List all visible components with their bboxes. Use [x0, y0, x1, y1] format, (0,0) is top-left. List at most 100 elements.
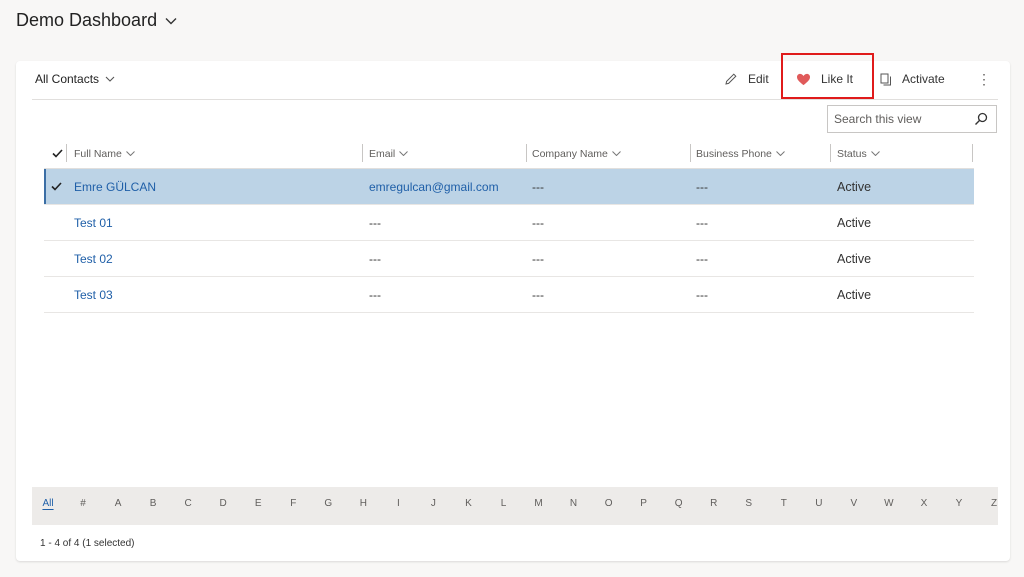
search-icon[interactable] — [974, 112, 988, 129]
business-phone-cell: --- — [696, 215, 708, 230]
jump-bar-letter[interactable]: # — [80, 498, 86, 509]
status-cell: Active — [837, 215, 872, 230]
jump-bar-letter[interactable]: B — [150, 498, 157, 509]
column-divider — [526, 144, 527, 162]
table-row[interactable]: Test 03 --- --- --- Active — [44, 277, 974, 313]
full-name-link[interactable]: Test 01 — [74, 205, 113, 240]
jump-bar-letter[interactable]: A — [115, 498, 122, 509]
jump-bar-letter[interactable]: F — [290, 498, 296, 509]
table-header: Full Name Email Company Name Business Ph… — [44, 139, 974, 169]
full-name-link[interactable]: Emre GÜLCAN — [74, 169, 156, 204]
pencil-icon — [725, 73, 737, 85]
table-row[interactable]: Emre GÜLCAN emregulcan@gmail.com --- ---… — [44, 169, 974, 205]
company-name-cell: --- — [532, 179, 544, 194]
column-divider — [972, 144, 973, 162]
business-phone-cell: --- — [696, 179, 708, 194]
jump-bar-letter[interactable]: Q — [675, 498, 683, 509]
column-header-company-name[interactable]: Company Name — [532, 139, 621, 168]
more-commands-icon[interactable]: ⋮ — [977, 71, 991, 88]
row-checkbox[interactable] — [44, 205, 66, 240]
table-row[interactable]: Test 02 --- --- --- Active — [44, 241, 974, 277]
contacts-table: Full Name Email Company Name Business Ph… — [44, 139, 974, 313]
alphabet-jump-bar: All # A B C D E F G H I J K L M N O P Q R S T U V W X Y Z — [32, 487, 998, 525]
jump-bar-letter[interactable]: U — [815, 498, 822, 509]
column-header-status[interactable]: Status — [837, 139, 880, 168]
jump-bar-letter[interactable]: W — [884, 498, 893, 509]
company-name-cell: --- — [532, 215, 544, 230]
page-title: Demo Dashboard — [16, 10, 158, 30]
jump-bar-letter[interactable]: Z — [991, 498, 997, 509]
jump-bar-letter[interactable]: E — [255, 498, 262, 509]
status-cell: Active — [837, 179, 872, 194]
jump-bar-letter[interactable]: O — [605, 498, 613, 509]
jump-bar-letter[interactable]: C — [185, 498, 192, 509]
status-cell: Active — [837, 251, 872, 266]
column-header-label: Email — [369, 147, 396, 160]
highlight-annotation — [781, 53, 874, 99]
column-divider — [362, 144, 363, 162]
jump-bar-letter[interactable]: S — [745, 498, 752, 509]
full-name-link[interactable]: Test 03 — [74, 277, 113, 312]
jump-bar-letter[interactable]: X — [921, 498, 928, 509]
select-all-checkbox[interactable] — [52, 139, 63, 168]
table-row[interactable]: Test 01 --- --- --- Active — [44, 205, 974, 241]
jump-bar-letter[interactable]: J — [431, 498, 436, 509]
copy-icon — [880, 73, 891, 85]
column-header-label: Business Phone — [696, 147, 772, 160]
view-selector[interactable]: All Contacts — [35, 72, 115, 86]
column-divider — [690, 144, 691, 162]
column-header-email[interactable]: Email — [369, 139, 409, 168]
column-divider — [66, 144, 67, 162]
check-icon — [50, 182, 62, 191]
chevron-down-icon — [165, 17, 177, 25]
chevron-down-icon — [399, 151, 409, 156]
company-name-cell: --- — [532, 287, 544, 302]
email-cell: --- — [369, 251, 381, 266]
jump-bar-letter[interactable]: R — [710, 498, 717, 509]
column-header-full-name[interactable]: Full Name — [74, 139, 135, 168]
divider — [32, 99, 998, 100]
column-header-label: Company Name — [532, 147, 608, 160]
column-header-business-phone[interactable]: Business Phone — [696, 139, 785, 168]
email-cell: --- — [369, 215, 381, 230]
column-header-label: Status — [837, 147, 867, 160]
business-phone-cell: --- — [696, 251, 708, 266]
jump-bar-letter[interactable]: T — [781, 498, 787, 509]
record-count-status: 1 - 4 of 4 (1 selected) — [40, 538, 135, 549]
view-name: All Contacts — [35, 72, 100, 86]
contacts-grid-card: All Contacts Edit Like It Activate ⋮ Sea… — [16, 53, 1010, 561]
jump-bar-letter[interactable]: D — [220, 498, 227, 509]
jump-bar-letter[interactable]: K — [465, 498, 472, 509]
search-input[interactable]: Search this view — [827, 105, 997, 133]
search-placeholder: Search this view — [834, 112, 922, 126]
chevron-down-icon — [776, 151, 785, 156]
row-checkbox[interactable] — [44, 169, 66, 204]
row-checkbox[interactable] — [44, 277, 66, 312]
jump-bar-letter[interactable]: P — [640, 498, 647, 509]
column-divider — [830, 144, 831, 162]
jump-bar-letter[interactable]: I — [397, 498, 400, 509]
email-link[interactable]: emregulcan@gmail.com — [369, 169, 499, 204]
activate-button[interactable]: Activate — [880, 61, 945, 97]
edit-label: Edit — [748, 72, 769, 86]
full-name-link[interactable]: Test 02 — [74, 241, 113, 276]
jump-bar-letter[interactable]: G — [324, 498, 332, 509]
jump-bar-letter[interactable]: M — [534, 498, 542, 509]
jump-bar-letter[interactable]: H — [360, 498, 367, 509]
row-checkbox[interactable] — [44, 241, 66, 276]
check-icon — [52, 149, 63, 158]
chevron-down-icon — [126, 151, 135, 156]
chevron-down-icon — [105, 76, 115, 82]
edit-button[interactable]: Edit — [724, 61, 769, 97]
chevron-down-icon — [870, 151, 880, 156]
chevron-down-icon — [612, 151, 621, 156]
jump-bar-letter[interactable]: Y — [956, 498, 963, 509]
activate-label: Activate — [902, 72, 945, 86]
jump-bar-letter[interactable]: L — [501, 498, 507, 509]
jump-bar-letter[interactable]: N — [570, 498, 577, 509]
jump-bar-all[interactable]: All — [42, 498, 53, 509]
dashboard-title-selector[interactable]: Demo Dashboard — [16, 10, 177, 31]
jump-bar-letter[interactable]: V — [851, 498, 858, 509]
email-cell: --- — [369, 287, 381, 302]
status-cell: Active — [837, 287, 872, 302]
